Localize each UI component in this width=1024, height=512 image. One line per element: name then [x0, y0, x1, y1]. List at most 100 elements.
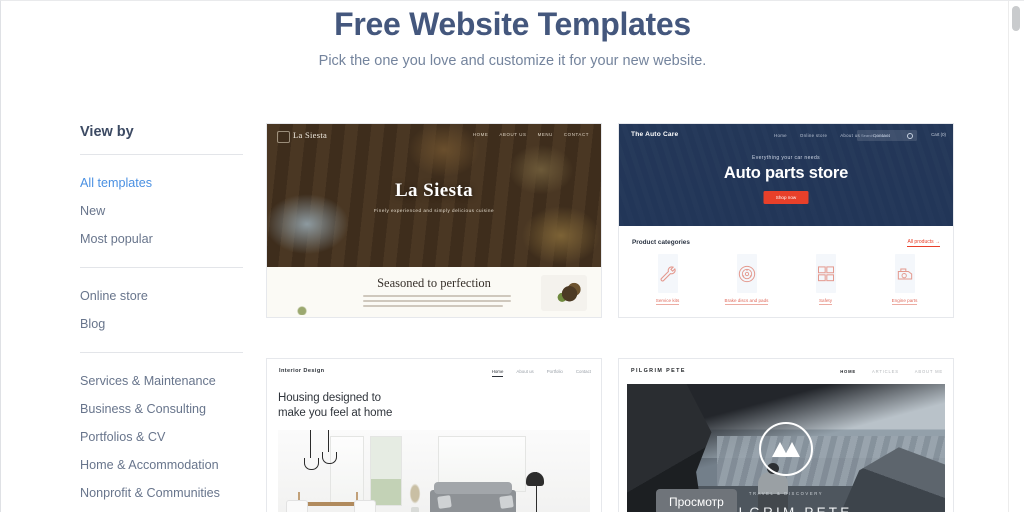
auto-care-category-tile	[657, 254, 678, 293]
auto-care-eyebrow: Everything your car needs	[751, 155, 821, 161]
window-shape	[370, 436, 402, 506]
chair-shape	[286, 500, 308, 512]
window-shape	[330, 436, 364, 506]
brake-disc-icon	[738, 265, 755, 282]
auto-care-search-box: Search products	[857, 130, 917, 141]
auto-care-all-products-link: All products →	[907, 239, 940, 247]
la-siesta-hero-title: La Siesta	[394, 180, 474, 201]
interior-design-logo: Interior Design	[279, 368, 325, 374]
sidebar-group-general: All templates New Most popular	[80, 169, 243, 253]
pilgrim-pete-nav: HOME ARTICLES ABOUT ME	[840, 369, 943, 374]
auto-care-category-tile	[815, 254, 836, 293]
auto-care-category-label: Brake discs and pads	[724, 298, 769, 305]
pillow-shape	[499, 495, 514, 509]
template-grid: La Siesta HOME ABOUT US MENU CONTACT La …	[266, 123, 954, 512]
templates-gallery-page: Free Website Templates Pick the one you …	[0, 0, 1024, 512]
auto-care-category-service-kits: Service kits	[632, 254, 703, 305]
la-siesta-nav-home: HOME	[472, 132, 489, 137]
auto-care-topbar: The Auto Care Home Online store About us…	[619, 130, 953, 144]
la-siesta-nav: HOME ABOUT US MENU CONTACT	[473, 132, 589, 137]
la-siesta-hero: La Siesta HOME ABOUT US MENU CONTACT La …	[267, 124, 601, 267]
sidebar-item-business-consulting[interactable]: Business & Consulting	[80, 395, 243, 423]
auto-care-section-title: Product categories	[632, 239, 690, 246]
search-icon	[907, 133, 913, 139]
template-card-interior-design[interactable]: Interior Design Home About us Portfolio …	[266, 358, 602, 512]
sidebar-group-types: Online store Blog	[80, 282, 243, 338]
sidebar-item-new[interactable]: New	[80, 197, 243, 225]
interior-design-heading: Housing designed to make you feel at hom…	[267, 385, 601, 421]
la-siesta-body: Seasoned to perfection	[267, 267, 601, 317]
auto-care-category-brake-discs: Brake discs and pads	[711, 254, 782, 305]
la-siesta-logo: La Siesta	[293, 130, 328, 140]
sidebar-item-nonprofit-communities[interactable]: Nonprofit & Communities	[80, 479, 243, 507]
interior-design-heading-line-1: Housing designed to	[278, 392, 381, 404]
pilgrim-pete-logo: PILGRIM PETE	[631, 368, 686, 374]
sidebar-item-food-restaurants[interactable]: Food & Restaurants	[80, 507, 243, 512]
template-card-la-siesta[interactable]: La Siesta HOME ABOUT US MENU CONTACT La …	[266, 123, 602, 318]
preview-tooltip[interactable]: Просмотр	[656, 489, 737, 512]
auto-care-category-engine-parts: Engine parts	[869, 254, 940, 305]
sidebar-item-services-maintenance[interactable]: Services & Maintenance	[80, 367, 243, 395]
auto-care-search-placeholder: Search products	[861, 133, 891, 138]
sidebar-heading: View by	[80, 124, 134, 140]
safety-boxes-icon	[817, 265, 834, 281]
sidebar-item-home-accommodation[interactable]: Home & Accommodation	[80, 451, 243, 479]
mountain-emblem-icon	[759, 422, 813, 476]
auto-care-hero-title: Auto parts store	[723, 164, 849, 182]
la-siesta-nav-contact: CONTACT	[563, 132, 589, 137]
sidebar-group-categories: Services & Maintenance Business & Consul…	[80, 367, 243, 512]
mountain-glyph-icon	[772, 442, 800, 457]
sidebar-item-portfolios-cv[interactable]: Portfolios & CV	[80, 423, 243, 451]
pilgrim-pete-nav-about-me: ABOUT ME	[914, 369, 943, 374]
interior-design-hero-photo	[278, 430, 590, 512]
la-siesta-dish-image	[541, 275, 587, 311]
auto-care-nav-home: Home	[774, 133, 787, 138]
la-siesta-hero-tagline: Finely experienced and simply delicious …	[373, 208, 495, 213]
la-siesta-body-text-placeholder	[363, 295, 511, 310]
la-siesta-topbar: La Siesta HOME ABOUT US MENU CONTACT	[267, 130, 601, 143]
auto-care-category-tile	[736, 254, 757, 293]
auto-care-hero: The Auto Care Home Online store About us…	[619, 124, 953, 226]
page-scrollbar[interactable]	[1008, 1, 1024, 512]
auto-care-category-label: Service kits	[655, 298, 680, 305]
auto-care-logo: The Auto Care	[631, 131, 679, 138]
auto-care-category-label: Engine parts	[891, 298, 918, 305]
template-card-auto-care[interactable]: The Auto Care Home Online store About us…	[618, 123, 954, 318]
sidebar-item-most-popular[interactable]: Most popular	[80, 225, 243, 253]
interior-design-nav-portfolio: Portfolio	[546, 369, 563, 374]
page-header: Free Website Templates Pick the one you …	[1, 1, 1024, 71]
auto-care-shop-now-button: Shop now	[763, 191, 809, 204]
pilgrim-pete-nav-articles: ARTICLES	[871, 369, 899, 374]
chair-shape	[354, 500, 376, 512]
la-siesta-nav-menu: MENU	[537, 132, 553, 137]
auto-care-category-list: Service kits Brake discs and pads Safety…	[632, 254, 940, 305]
pendant-lamp-cord	[310, 430, 311, 458]
auto-care-category-safety: Safety	[790, 254, 861, 305]
la-siesta-logo-mark-icon	[277, 131, 290, 143]
engine-icon	[897, 268, 912, 279]
interior-design-topbar: Interior Design Home About us Portfolio …	[267, 359, 601, 385]
sidebar-divider	[80, 352, 243, 353]
auto-care-body: Product categories All products → Servic…	[619, 226, 953, 317]
sidebar-item-all-templates[interactable]: All templates	[80, 169, 243, 197]
scrollbar-thumb[interactable]	[1012, 6, 1020, 31]
page-content: View by All templates New Most popular O…	[1, 71, 1024, 512]
sidebar-item-blog[interactable]: Blog	[80, 310, 243, 338]
pendant-lamp-icon	[304, 458, 319, 470]
wrench-icon	[660, 265, 676, 281]
interior-design-nav: Home About us Portfolio Contact	[491, 369, 591, 377]
pilgrim-pete-topbar: PILGRIM PETE HOME ARTICLES ABOUT ME	[619, 359, 953, 384]
interior-design-heading-line-2: make you feel at home	[278, 407, 393, 419]
interior-design-nav-home: Home	[491, 369, 504, 377]
interior-design-nav-contact: Contact	[575, 369, 591, 374]
cart-icon: Cart (0)	[931, 132, 946, 137]
sidebar-item-online-store[interactable]: Online store	[80, 282, 243, 310]
auto-care-nav-online-store: Online store	[799, 133, 828, 138]
la-siesta-nav-about: ABOUT US	[499, 132, 527, 137]
sidebar-divider	[80, 267, 243, 268]
auto-care-category-tile	[894, 254, 915, 293]
page-title: Free Website Templates	[334, 6, 691, 42]
interior-design-nav-about-us: About us	[516, 369, 534, 374]
floor-lamp-icon	[526, 472, 544, 486]
vase-shape	[411, 507, 419, 512]
